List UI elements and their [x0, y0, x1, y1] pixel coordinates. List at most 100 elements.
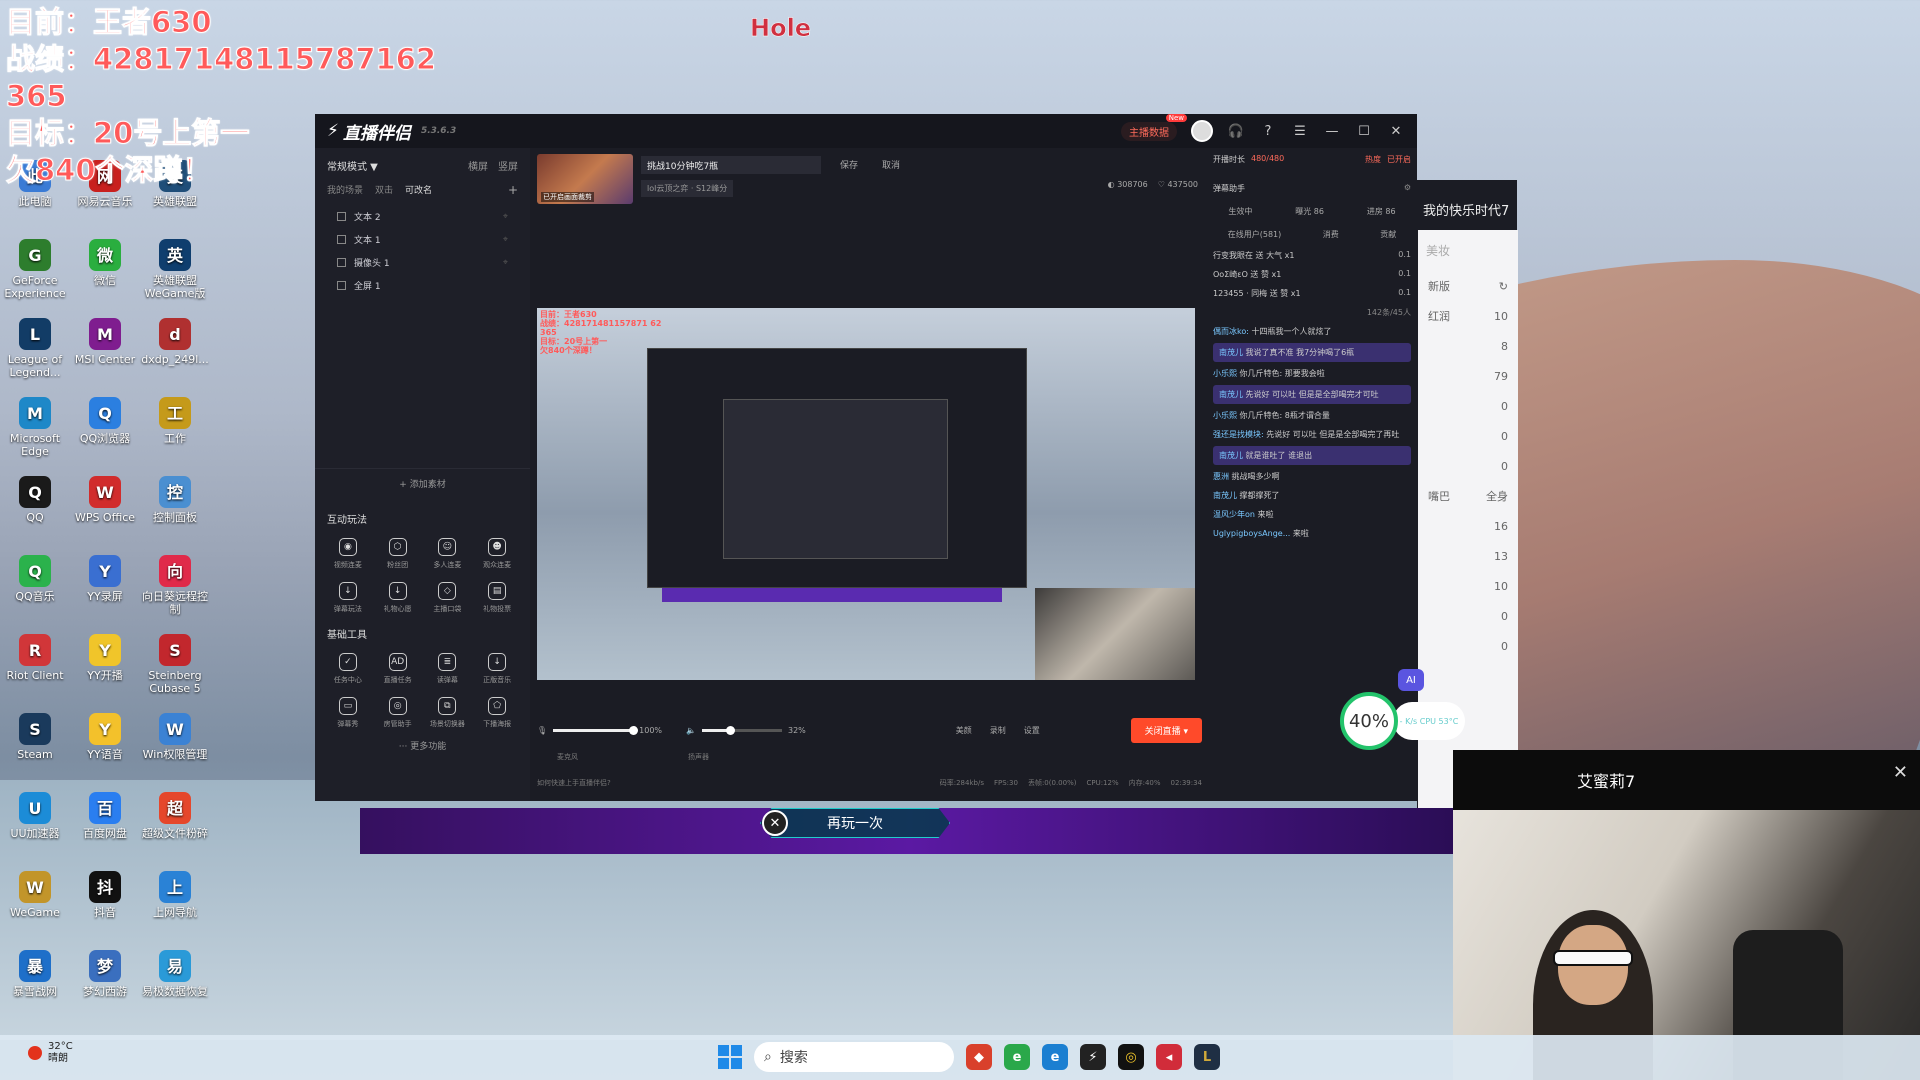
beauty-row[interactable]: 0	[1418, 451, 1518, 481]
beauty-row[interactable]: 0	[1418, 631, 1518, 661]
lol-icon[interactable]: L	[1194, 1044, 1220, 1070]
avatar[interactable]	[1191, 120, 1213, 142]
desktop-icon[interactable]: S Steinberg Cubase 5	[140, 634, 210, 695]
chat-user[interactable]: 小乐熙	[1213, 411, 1237, 420]
tool-read-danmaku[interactable]: ≣ 读弹幕	[423, 649, 473, 689]
chat-message[interactable]: 南茂儿 先说好 可以吐 但是是全部喝完才可吐	[1213, 385, 1411, 404]
tool-danmaku-show[interactable]: ▭ 弹幕秀	[323, 693, 373, 733]
chat-message[interactable]: 南茂儿 就是谁吐了 谁退出	[1213, 446, 1411, 465]
desktop-icon[interactable]: S Steam	[0, 713, 70, 761]
tool-pocket[interactable]: ◇ 主播口袋	[423, 578, 473, 618]
close-replay-icon[interactable]: ✕	[762, 810, 788, 836]
chat-user[interactable]: 温风少年on	[1213, 510, 1255, 519]
pin-icon[interactable]: ⌖	[503, 258, 508, 268]
replay-button[interactable]: 再玩一次	[760, 808, 950, 838]
help-icon[interactable]: ?	[1259, 124, 1277, 139]
tool-danmaku-play[interactable]: ↓ 弹幕玩法	[323, 578, 373, 618]
beauty-button[interactable]: 美颜	[956, 725, 972, 736]
desktop-icon[interactable]: 超超级文件粉碎	[140, 792, 210, 840]
tool-task-center[interactable]: ✓ 任务中心	[323, 649, 373, 689]
riot-icon[interactable]: ◂	[1156, 1044, 1182, 1070]
tool-room-admin[interactable]: ◎ 房管助手	[373, 693, 423, 733]
chat-message[interactable]: 偶而冰ko: 十四瓶我一个人就炫了	[1207, 322, 1417, 341]
beauty-row[interactable]: 13	[1418, 541, 1518, 571]
live-companion-icon[interactable]: ⚡	[1080, 1044, 1106, 1070]
add-material-button[interactable]: + 添加素材	[315, 468, 530, 490]
chat-user[interactable]: 南茂儿	[1219, 451, 1243, 460]
chat-message[interactable]: 南茂儿 撑都撑死了	[1207, 486, 1417, 505]
desktop-icon[interactable]: W WeGame	[0, 871, 70, 919]
portrait-tab[interactable]: 竖屏	[498, 158, 518, 173]
desktop-icon[interactable]: 百百度网盘	[70, 792, 140, 840]
settings-button[interactable]: 设置	[1024, 725, 1040, 736]
chat-message[interactable]: 小乐熙 你几斤特色: 8瓶才谓合量	[1207, 406, 1417, 425]
pin-icon[interactable]: ⌖	[503, 235, 508, 245]
refresh-icon[interactable]: ↻	[1499, 280, 1508, 293]
desktop-icon[interactable]: W Win权限管理	[140, 713, 210, 761]
chat-user[interactable]: 强还是找模块:	[1213, 430, 1264, 439]
chat-user[interactable]: 南茂儿	[1219, 348, 1243, 357]
desktop-icon[interactable]: U UU加速器	[0, 792, 70, 840]
more-features-button[interactable]: ··· 更多功能	[315, 733, 530, 752]
settings-icon[interactable]: ⚙	[1404, 183, 1411, 194]
live-data-button[interactable]: 主播数据 New	[1121, 113, 1187, 141]
open-status[interactable]: 已开启	[1387, 154, 1411, 165]
stream-title-input[interactable]: 挑战10分钟吃7瓶	[641, 156, 821, 174]
landscape-tab[interactable]: 横屏	[468, 158, 488, 173]
cover-thumbnail[interactable]: 已开启画面裁剪	[537, 154, 633, 204]
ai-badge[interactable]: AI	[1398, 669, 1424, 691]
tab-contribution[interactable]: 贡献	[1380, 229, 1396, 240]
minimize-button[interactable]: —	[1323, 124, 1341, 139]
desktop-icon[interactable]: d dxdp_249l...	[140, 318, 210, 366]
desktop-icon[interactable]: M Microsoft Edge	[0, 397, 70, 458]
windows-start-icon[interactable]	[718, 1045, 742, 1069]
beauty-row[interactable]: 红润 10	[1418, 301, 1518, 331]
taskbar-search[interactable]: ⌕ 搜索	[754, 1042, 954, 1072]
tool-video-link[interactable]: ◉ 视频连麦	[323, 534, 373, 574]
save-button[interactable]: 保存	[840, 158, 858, 171]
chat-user[interactable]: 偶而冰ko:	[1213, 327, 1249, 336]
beauty-row[interactable]: 0	[1418, 601, 1518, 631]
close-icon[interactable]: ✕	[1893, 762, 1908, 783]
desktop-icon[interactable]: 微微信	[70, 239, 140, 287]
tool-audience-link[interactable]: ☻ 观众连麦	[472, 534, 522, 574]
tab-online-users[interactable]: 在线用户(581)	[1228, 229, 1282, 240]
desktop-icon[interactable]: Q QQ音乐	[0, 555, 70, 603]
chat-message[interactable]: 小乐熙 你几斤特色: 那要我会啦	[1207, 364, 1417, 383]
tab-active[interactable]: 生效中	[1228, 206, 1252, 217]
desktop-icon[interactable]: G GeForce Experience	[0, 239, 70, 300]
tool-fans[interactable]: ⬡ 粉丝团	[373, 534, 423, 574]
desktop-icon[interactable]: 工工作	[140, 397, 210, 445]
hint-link[interactable]: 如何快速上手直播伴侣?	[537, 778, 611, 788]
stop-live-button[interactable]: 关闭直播 ▾	[1130, 717, 1202, 743]
beauty-row[interactable]: 嘴巴 全身	[1418, 481, 1518, 511]
desktop-icon[interactable]: 抖抖音	[70, 871, 140, 919]
beauty-row[interactable]: 79	[1418, 361, 1518, 391]
tab-enter[interactable]: 进房 86	[1367, 206, 1396, 217]
beauty-row[interactable]: 10	[1418, 571, 1518, 601]
version-select[interactable]: 新版	[1428, 278, 1450, 294]
tab-exposure[interactable]: 曝光 86	[1295, 206, 1324, 217]
pin-icon[interactable]: ⌖	[503, 212, 508, 222]
chat-message[interactable]: 强还是找模块: 先说好 可以吐 但是是全部喝完了再吐	[1207, 425, 1417, 444]
app-icon[interactable]: ◆	[966, 1044, 992, 1070]
desktop-icon[interactable]: L League of Legend...	[0, 318, 70, 379]
tool-gift-wish[interactable]: ↓ 礼物心愿	[373, 578, 423, 618]
desktop-icon[interactable]: 暴暴雪战网	[0, 950, 70, 998]
mic-volume-slider[interactable]	[553, 725, 639, 735]
menu-icon[interactable]: ☰	[1291, 124, 1309, 139]
desktop-icon[interactable]: Y YY语音	[70, 713, 140, 761]
source-item[interactable]: 文本 1 ⌖	[315, 228, 530, 251]
tool-music[interactable]: ↓ 正版音乐	[472, 649, 522, 689]
desktop-icon[interactable]: 向向日葵远程控制	[140, 555, 210, 616]
desktop-icon[interactable]: R Riot Client	[0, 634, 70, 682]
desktop-icon[interactable]: W WPS Office	[70, 476, 140, 524]
maximize-button[interactable]: ☐	[1355, 124, 1373, 139]
beauty-row[interactable]: 16	[1418, 511, 1518, 541]
source-item[interactable]: 全屏 1	[315, 274, 530, 297]
tool-live-task[interactable]: AD 直播任务	[373, 649, 423, 689]
desktop-icon[interactable]: Y YY录屏	[70, 555, 140, 603]
cancel-button[interactable]: 取消	[882, 158, 900, 171]
headset-icon[interactable]: 🎧	[1227, 124, 1245, 139]
desktop-icon[interactable]: 易易极数据恢复	[140, 950, 210, 998]
